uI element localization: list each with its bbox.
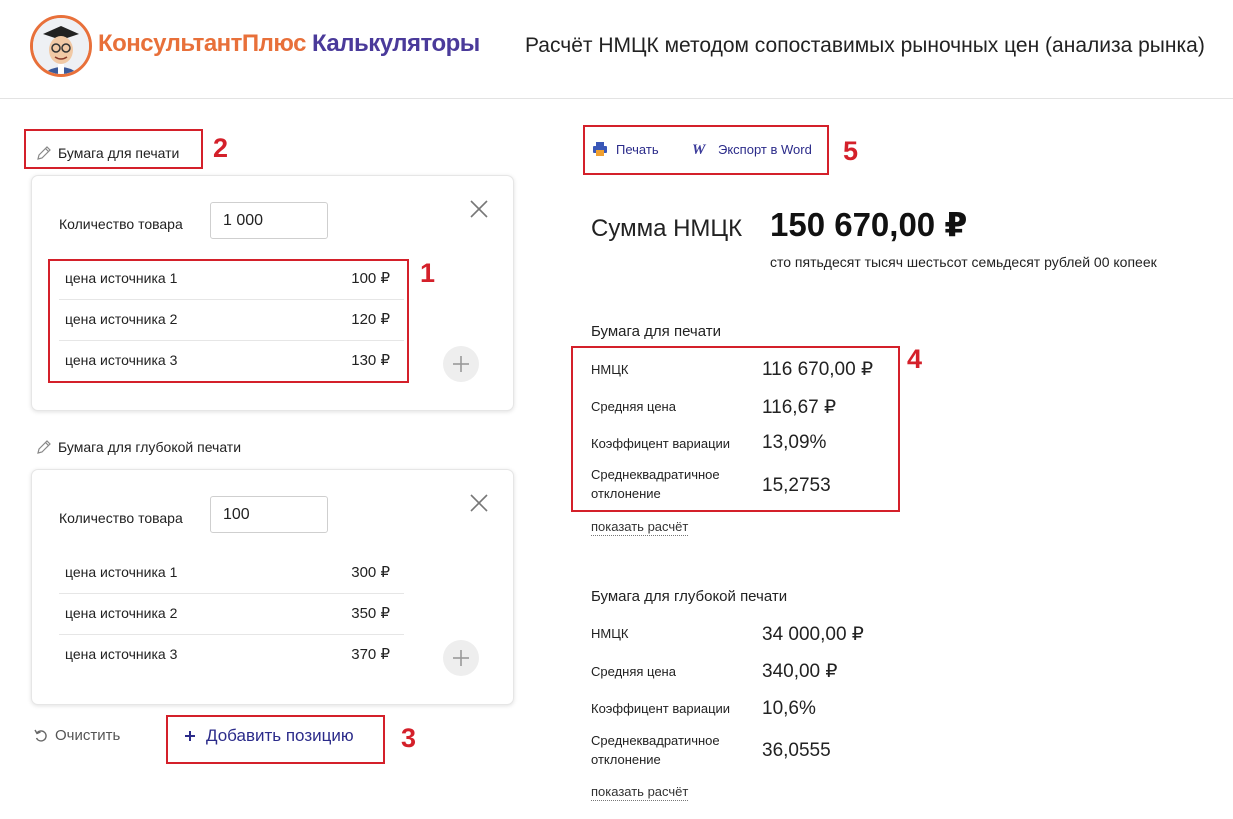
stat-label: Среднеквадратичное отклонение	[591, 733, 720, 767]
clear-label: Очистить	[55, 727, 121, 744]
stat-value: 10,6%	[762, 698, 816, 719]
pencil-icon	[37, 440, 51, 454]
stat-value: 36,0555	[762, 740, 831, 761]
plus-icon	[453, 356, 469, 372]
brand-name: КонсультантПлюс	[98, 30, 306, 57]
annotation-number-3: 3	[401, 723, 417, 753]
add-price-button[interactable]	[443, 640, 479, 676]
annotation-box-5	[583, 125, 829, 175]
close-icon[interactable]	[468, 198, 490, 220]
annotation-number-4: 4	[907, 344, 923, 374]
position-name-2[interactable]: Бумага для глубокой печати	[36, 439, 241, 455]
total-label: Сумма НМЦК	[591, 215, 743, 242]
stat-value: 34 000,00 ₽	[762, 624, 864, 645]
price-row: цена источника 2 350 ₽	[59, 593, 404, 635]
mascot-icon	[33, 18, 89, 74]
stat-label: Коэффицент вариации	[591, 701, 731, 716]
page-title: Расчёт НМЦК методом сопоставимых рыночны…	[525, 34, 1205, 57]
annotation-number-5: 5	[843, 136, 859, 166]
result-title-2: Бумага для глубокой печати	[591, 588, 788, 605]
stat-label: Средняя цена	[591, 664, 676, 679]
annotation-box-4	[571, 346, 900, 512]
quantity-input[interactable]: 1 000	[210, 202, 328, 239]
annotation-box-2	[24, 129, 203, 169]
quantity-label: Количество товара	[59, 510, 183, 526]
app-header: КонсультантПлюс Калькуляторы Расчёт НМЦК …	[0, 0, 1233, 99]
total-value: 150 670,00 ₽	[770, 206, 968, 243]
brand-section: Калькуляторы	[311, 30, 480, 57]
price-row: цена источника 1 300 ₽	[59, 552, 404, 594]
quantity-label: Количество товара	[59, 216, 183, 232]
total-in-words: сто пятьдесят тысяч шестьсот семьдесят р…	[770, 254, 1157, 270]
brand-logo[interactable]: КонсультантПлюс Калькуляторы	[98, 30, 480, 58]
price-value[interactable]: 300 ₽	[351, 563, 390, 581]
annotation-number-1: 1	[420, 258, 436, 288]
price-source-label: цена источника 1	[65, 564, 178, 580]
annotation-box-1	[48, 259, 409, 383]
position-name-label: Бумага для глубокой печати	[58, 439, 242, 455]
position-card-2: Количество товара 100 цена источника 1 3…	[31, 469, 514, 705]
plus-icon	[453, 650, 469, 666]
undo-icon	[34, 729, 47, 742]
price-value[interactable]: 370 ₽	[351, 645, 390, 663]
add-price-button[interactable]	[443, 346, 479, 382]
annotation-box-3	[166, 715, 385, 764]
quantity-input[interactable]: 100	[210, 496, 328, 533]
price-source-label: цена источника 3	[65, 646, 178, 662]
price-source-label: цена источника 2	[65, 605, 178, 621]
show-calculation-link[interactable]: показать расчёт	[591, 784, 689, 801]
clear-button[interactable]: Очистить	[33, 727, 120, 744]
show-calculation-link[interactable]: показать расчёт	[591, 519, 689, 536]
result-title-1: Бумага для печати	[591, 323, 721, 340]
annotation-number-2: 2	[213, 133, 229, 163]
price-row: цена источника 3 370 ₽	[59, 634, 404, 675]
price-value[interactable]: 350 ₽	[351, 604, 390, 622]
stat-label: НМЦК	[591, 626, 629, 641]
close-icon[interactable]	[468, 492, 490, 514]
logo-mascot[interactable]	[30, 15, 92, 77]
stat-value: 340,00 ₽	[762, 661, 838, 682]
